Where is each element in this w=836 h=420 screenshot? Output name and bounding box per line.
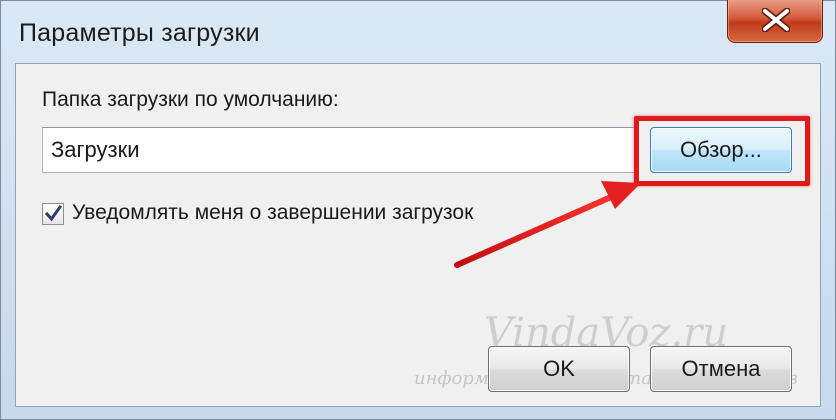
close-button[interactable] xyxy=(727,0,823,43)
dialog-content: Папка загрузки по умолчанию: Обзор... Ув… xyxy=(15,63,821,407)
title-bar: Параметры загрузки xyxy=(1,0,835,63)
checkmark-icon xyxy=(45,205,62,222)
download-folder-input[interactable] xyxy=(42,127,636,173)
notify-checkbox[interactable] xyxy=(42,203,64,225)
default-folder-label: Папка загрузки по умолчанию: xyxy=(42,88,339,111)
close-icon xyxy=(762,8,790,32)
ok-button[interactable]: OK xyxy=(488,346,630,392)
cancel-button[interactable]: Отмена xyxy=(650,346,792,392)
browse-button[interactable]: Обзор... xyxy=(650,127,792,173)
download-settings-dialog: Параметры загрузки Папка загрузки по умо… xyxy=(0,0,836,420)
screenshot-stage: Параметры загрузки Папка загрузки по умо… xyxy=(0,0,836,420)
notify-checkbox-label: Уведомлять меня о завершении загрузок xyxy=(72,201,474,224)
window-title: Параметры загрузки xyxy=(19,19,260,47)
